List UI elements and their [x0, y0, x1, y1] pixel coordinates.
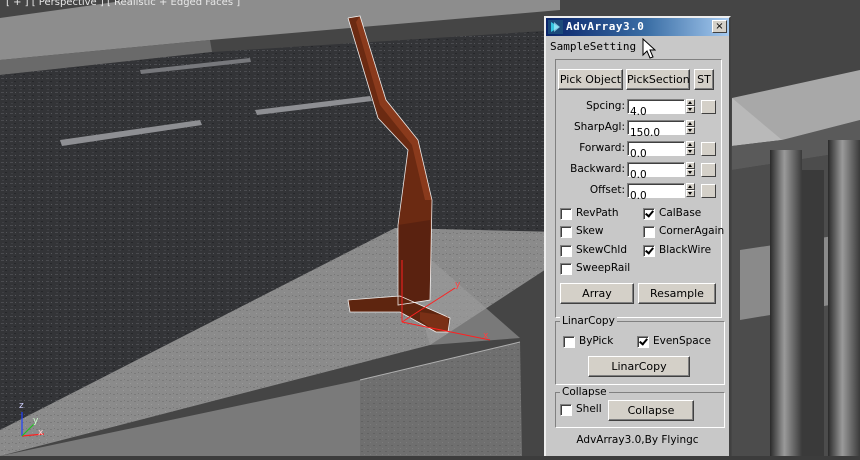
sharpagl-label: SharpAgl: — [573, 121, 625, 133]
window-title: AdvArray3.0 — [566, 20, 645, 33]
backward-input[interactable] — [628, 168, 684, 182]
backward-spinner[interactable] — [686, 162, 695, 177]
skew-checkbox[interactable] — [560, 226, 572, 238]
world-z-label: z — [19, 401, 24, 411]
revpath-label: RevPath — [576, 207, 619, 219]
viewport-label[interactable]: [ + ] [ Perspective ] [ Realistic + Edge… — [6, 0, 240, 8]
backward-label: Backward: — [570, 163, 625, 175]
gizmo-x-label: x — [483, 331, 489, 341]
backward-extra-button[interactable] — [701, 163, 716, 177]
spacing-extra-button[interactable] — [701, 100, 716, 114]
forward-input[interactable] — [628, 147, 684, 161]
max-app-icon — [548, 20, 563, 34]
linarcopy-button[interactable]: LinarCopy — [588, 356, 690, 377]
offset-label: Offset: — [589, 184, 625, 196]
sweeprail-label: SweepRail — [576, 262, 631, 274]
collapse-button[interactable]: Collapse — [608, 400, 694, 421]
close-button[interactable]: × — [712, 20, 727, 33]
sharpagl-spinner[interactable] — [686, 120, 695, 135]
sharpagl-input[interactable] — [628, 126, 684, 140]
forward-field[interactable] — [627, 141, 685, 161]
offset-field[interactable] — [627, 183, 685, 203]
window-titlebar[interactable]: AdvArray3.0 × — [546, 18, 729, 36]
linarcopy-group-title: LinarCopy — [560, 315, 617, 327]
st-button[interactable]: ST — [694, 69, 714, 90]
blackwire-checkbox[interactable] — [643, 245, 655, 257]
sweeprail-checkbox[interactable] — [560, 263, 572, 275]
calbase-label: CalBase — [659, 207, 702, 219]
forward-label: Forward: — [579, 142, 625, 154]
skewchld-checkbox[interactable] — [560, 245, 572, 257]
skew-label: Skew — [576, 225, 604, 237]
evenspace-label: EvenSpace — [653, 335, 711, 347]
spacing-label: Spcing: — [586, 100, 625, 112]
bypick-label: ByPick — [579, 335, 614, 347]
offset-input[interactable] — [628, 189, 684, 203]
skewchld-label: SkewChld — [576, 244, 627, 256]
bypick-checkbox[interactable] — [563, 336, 575, 348]
shell-label: Shell — [576, 403, 602, 415]
spacing-spinner[interactable] — [686, 99, 695, 114]
collapse-group-title: Collapse — [560, 386, 609, 398]
corneragain-checkbox[interactable] — [643, 226, 655, 238]
resample-button[interactable]: Resample — [638, 283, 716, 304]
offset-extra-button[interactable] — [701, 184, 716, 198]
forward-extra-button[interactable] — [701, 142, 716, 156]
shell-checkbox[interactable] — [560, 404, 572, 416]
menu-samplesetting[interactable]: SampleSetting — [550, 40, 636, 53]
mouse-pointer-icon — [642, 38, 656, 59]
blackwire-label: BlackWire — [659, 244, 712, 256]
gizmo-y-label: y — [455, 280, 461, 290]
scene-render — [0, 0, 860, 456]
column-2 — [828, 140, 860, 456]
sharpagl-field[interactable] — [627, 120, 685, 140]
advarray-window: AdvArray3.0 × SampleSetting Pick Object … — [544, 16, 731, 456]
spacing-field[interactable] — [627, 99, 685, 119]
column-1 — [770, 150, 802, 456]
backward-field[interactable] — [627, 162, 685, 182]
corneragain-label: CornerAgain — [659, 225, 725, 237]
array-button[interactable]: Array — [560, 283, 634, 304]
spacing-input[interactable] — [628, 105, 684, 119]
pick-section-button[interactable]: PickSection — [626, 69, 690, 90]
perspective-viewport[interactable]: [ + ] [ Perspective ] [ Realistic + Edge… — [0, 0, 860, 456]
calbase-checkbox[interactable] — [643, 208, 655, 220]
credit-text: AdvArray3.0,By Flyingc — [576, 434, 699, 446]
revpath-checkbox[interactable] — [560, 208, 572, 220]
forward-spinner[interactable] — [686, 141, 695, 156]
pick-object-button[interactable]: Pick Object — [558, 69, 623, 90]
evenspace-checkbox[interactable] — [637, 336, 649, 348]
world-y-label: y — [33, 416, 39, 426]
world-x-label: x — [38, 428, 44, 438]
offset-spinner[interactable] — [686, 183, 695, 198]
